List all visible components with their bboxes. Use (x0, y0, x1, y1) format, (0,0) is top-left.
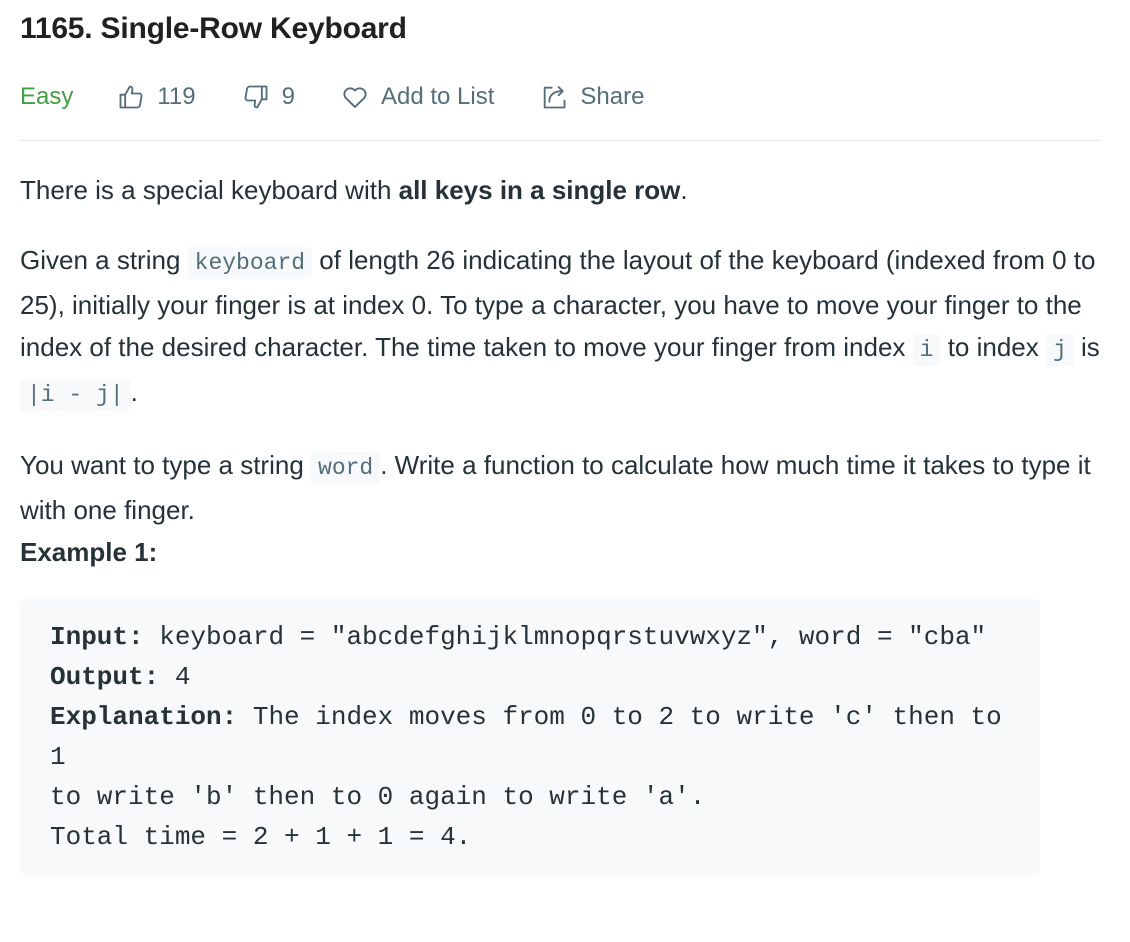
problem-description: There is a special keyboard with all key… (20, 169, 1100, 875)
example-total-line: Total time = 2 + 1 + 1 = 4. (50, 822, 472, 852)
description-paragraph-3: You want to type a string word. Write a … (20, 450, 1091, 525)
inline-code: i (912, 334, 941, 366)
problem-meta-bar: Easy 119 9 Add to List Share (20, 75, 1100, 141)
example-explanation-line: Explanation: The index moves from 0 to 2… (50, 697, 1010, 817)
like-button[interactable]: 119 (117, 83, 196, 111)
inline-code: |i - j| (20, 379, 131, 411)
add-to-list-label: Add to List (380, 83, 495, 110)
thumbs-up-icon (119, 85, 143, 109)
add-to-list-button[interactable]: Add to List (341, 83, 494, 111)
problem-page: 1165. Single-Row Keyboard Easy 119 9 Add… (0, 0, 1130, 942)
share-icon (544, 86, 566, 109)
share-button[interactable]: Share (540, 83, 644, 111)
example-heading: Example 1: (20, 537, 158, 567)
description-paragraph-1: There is a special keyboard with all key… (20, 175, 688, 205)
inline-code: j (1045, 334, 1074, 366)
inline-code: keyboard (187, 247, 313, 279)
like-count: 119 (157, 83, 196, 110)
inline-code: word (311, 452, 381, 484)
bold-phrase: all keys in a single row (398, 175, 681, 205)
dislike-count: 9 (281, 83, 295, 110)
problem-title: 1165. Single-Row Keyboard (20, 12, 407, 45)
output-value: 4 (159, 662, 191, 692)
explanation-label: Explanation: (50, 702, 238, 732)
description-paragraph-2: Given a string keyboard of length 26 ind… (20, 239, 1100, 416)
example-input-line: Input: keyboard = "abcdefghijklmnopqrstu… (50, 617, 1010, 657)
output-label: Output: (50, 662, 160, 692)
input-value: keyboard = "abcdefghijklmnopqrstuvwxyz",… (143, 622, 987, 652)
input-label: Input: (50, 622, 144, 652)
share-label: Share (580, 83, 645, 110)
example-code-block: Input: keyboard = "abcdefghijklmnopqrstu… (20, 599, 1040, 875)
example-output-line: Output: 4 (50, 657, 1010, 697)
difficulty-badge: Easy (20, 83, 74, 110)
heart-icon (343, 87, 367, 108)
dislike-button[interactable]: 9 (242, 83, 295, 111)
thumbs-down-icon (244, 85, 268, 109)
